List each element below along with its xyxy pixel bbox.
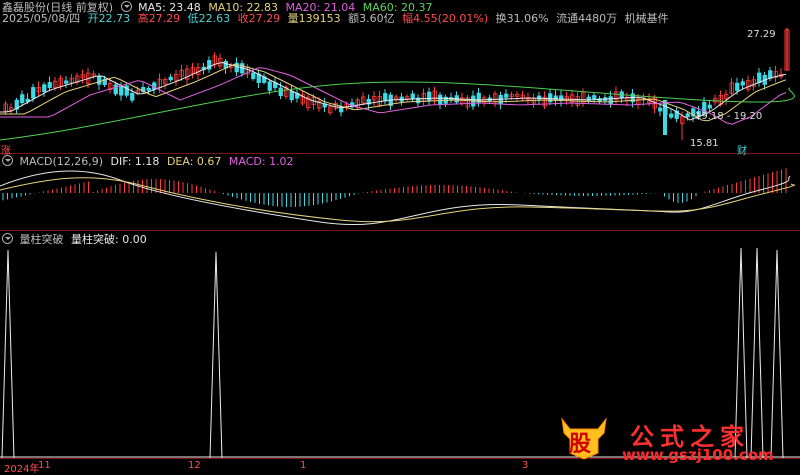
macd-value: MACD: 1.02 <box>228 155 294 168</box>
candle-body <box>553 95 558 101</box>
xaxis-year: 2024年 <box>4 464 40 475</box>
candle-body <box>608 96 613 105</box>
candle-body <box>130 92 135 101</box>
macd-title: MACD(12,26,9) <box>19 155 104 168</box>
candle-body <box>669 113 674 118</box>
xaxis-jan: 1 <box>300 460 307 471</box>
candle-body <box>97 75 102 85</box>
candle-body <box>47 82 52 89</box>
candle-body <box>410 93 415 100</box>
watermark-url: www.gszj100.com <box>622 446 774 464</box>
xaxis-mar: 3 <box>522 460 529 471</box>
candle-body <box>427 91 432 102</box>
high-price-mark: 27.29 <box>747 29 776 40</box>
candle-body <box>383 93 388 102</box>
candle-body <box>20 94 25 104</box>
range-price-mark: 19.18 - 19.20 <box>695 111 763 122</box>
candle-body <box>740 81 745 86</box>
candle-body <box>113 84 118 95</box>
candle-body <box>685 113 690 118</box>
candle-body <box>168 76 173 81</box>
indicator-title-line: 量柱突破 量柱突破: 0.00 <box>2 233 151 247</box>
candle-body <box>124 85 129 96</box>
candle-body <box>592 95 597 100</box>
indicator-spike <box>209 251 223 459</box>
watermark-logo: 股 公式之家 www.gszj100.com <box>556 415 796 467</box>
macd-title-line: MACD(12,26,9) DIF: 1.18 DEA: 0.67 MACD: … <box>2 155 298 169</box>
macd-dif-line <box>0 170 791 226</box>
indicator-title: 量柱突破 <box>19 233 64 246</box>
candle-body <box>267 81 272 91</box>
indicator-value: 量柱突破: 0.00 <box>71 233 147 246</box>
candle-body <box>289 90 294 101</box>
candle-body <box>278 87 283 97</box>
candle-body <box>658 107 663 112</box>
candle-body <box>223 60 228 69</box>
candle-body <box>251 72 256 80</box>
xaxis-dec: 12 <box>188 460 201 471</box>
ma10-line <box>0 63 787 122</box>
candle-body <box>559 95 564 102</box>
candle-body <box>768 70 773 79</box>
candle-body <box>31 87 36 99</box>
chevron-down-icon[interactable] <box>2 155 13 166</box>
candle-body <box>757 72 762 83</box>
finance-marker[interactable]: 财 <box>737 142 747 157</box>
candle-body <box>707 104 712 109</box>
macd-dea-line <box>0 177 795 223</box>
macd-dif: DIF: 1.18 <box>110 155 160 168</box>
watermark-badge-text: 股 <box>569 432 592 457</box>
candle-body <box>42 84 47 93</box>
ma20-line <box>0 67 787 125</box>
candle-body <box>735 82 740 91</box>
low-price-mark: 15.81 <box>690 138 719 149</box>
macd-dea: DEA: 0.67 <box>166 155 222 168</box>
candle-body <box>119 86 124 96</box>
xaxis-nov: 11 <box>38 460 51 471</box>
candle-body <box>504 93 509 98</box>
candle-body <box>64 80 69 84</box>
chevron-down-icon[interactable] <box>2 233 13 244</box>
candle-body <box>438 94 443 105</box>
indicator-spike <box>1 249 15 459</box>
candle-body <box>146 87 151 91</box>
